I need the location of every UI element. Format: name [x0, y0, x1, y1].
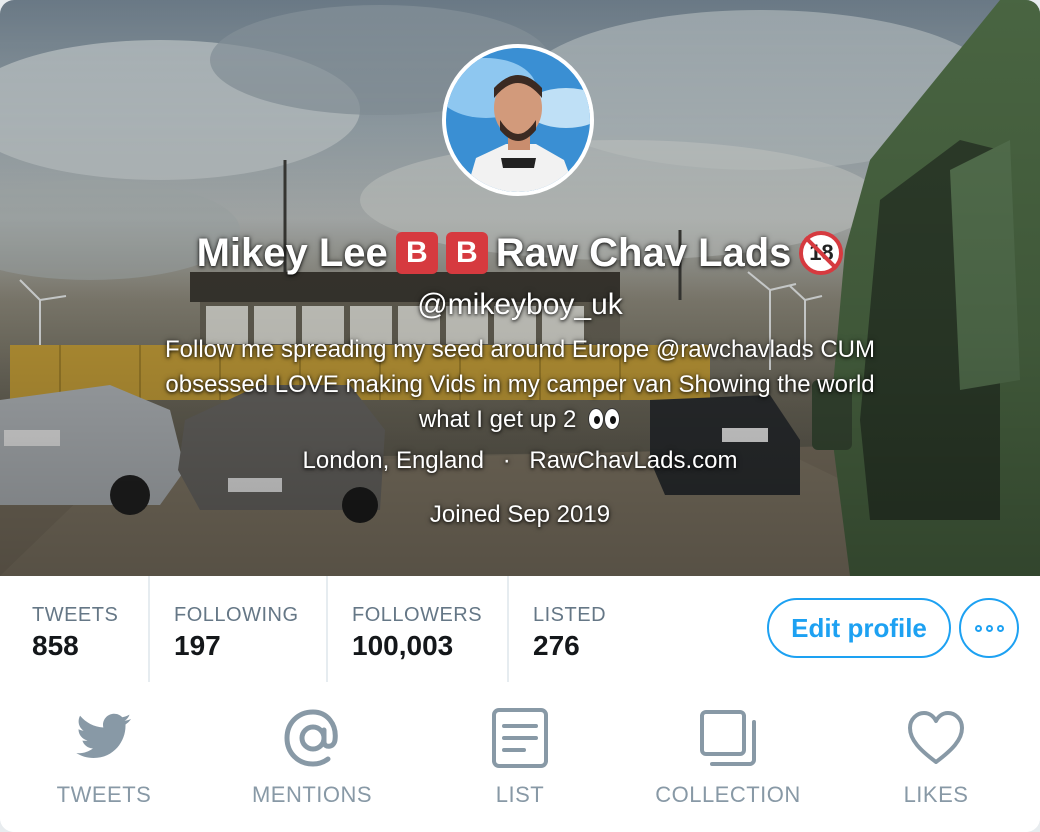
- bio: Follow me spreading my seed around Europ…: [80, 332, 960, 437]
- b-badge-icon: B: [395, 232, 438, 274]
- list-icon: [492, 708, 548, 768]
- display-name: Mikey Lee B B Raw Chav Lads 18: [0, 222, 1040, 284]
- stat-tweets[interactable]: TWEETS 858: [0, 576, 150, 682]
- stat-followers[interactable]: FOLLOWERS 100,003: [328, 576, 509, 682]
- more-dots-icon: [985, 624, 993, 632]
- stat-value: 100,003: [352, 630, 454, 661]
- at-icon: [284, 709, 338, 767]
- bio-line: what I get up 2: [80, 402, 960, 437]
- stat-label: LISTED: [533, 604, 607, 626]
- collection-icon: [700, 710, 756, 766]
- tab-label: TWEETS: [56, 782, 152, 807]
- user-handle: @mikeyboy_uk: [417, 288, 623, 321]
- stat-listed[interactable]: LISTED 276: [509, 576, 659, 682]
- location: London, England: [302, 447, 485, 474]
- tab-likes[interactable]: LIKES: [832, 682, 1040, 832]
- profile-card: Mikey Lee B B Raw Chav Lads 18 @mikeyboy…: [0, 0, 1040, 832]
- bio-line: obsessed LOVE making Vids in my camper v…: [165, 371, 875, 398]
- display-name-text: Raw Chav Lads: [495, 230, 792, 275]
- tab-list[interactable]: LIST: [416, 682, 624, 832]
- tab-label: COLLECTION: [655, 782, 801, 807]
- tab-collection[interactable]: COLLECTION: [624, 682, 832, 832]
- profile-meta: London, England · RawChavLads.com: [0, 447, 1040, 481]
- stat-value: 276: [533, 630, 580, 661]
- avatar-photo: [446, 48, 590, 192]
- more-dots-icon: [996, 624, 1004, 632]
- stat-value: 858: [32, 630, 79, 661]
- heart-icon: [908, 711, 964, 764]
- display-name-text: Mikey Lee: [196, 230, 388, 275]
- profile-info: Mikey Lee B B Raw Chav Lads 18 @mikeyboy…: [0, 222, 1040, 529]
- edit-profile-button[interactable]: Edit profile: [767, 598, 951, 658]
- bio-line: Follow me spreading my seed around Europ…: [164, 336, 875, 363]
- avatar[interactable]: [442, 44, 594, 196]
- meta-separator: ·: [502, 447, 511, 474]
- more-options-button[interactable]: [959, 598, 1019, 658]
- tab-label: LIST: [495, 782, 545, 807]
- bio-text: what I get up 2: [418, 406, 577, 433]
- joined-date: Joined Sep 2019: [429, 501, 611, 528]
- profile-banner[interactable]: Mikey Lee B B Raw Chav Lads 18 @mikeyboy…: [0, 0, 1040, 576]
- stat-label: TWEETS: [32, 604, 119, 626]
- tab-tweets[interactable]: TWEETS: [0, 682, 208, 832]
- tab-mentions[interactable]: MENTIONS: [208, 682, 416, 832]
- tab-label: LIKES: [903, 782, 969, 807]
- stat-label: FOLLOWING: [174, 604, 299, 626]
- bird-icon: [76, 713, 131, 758]
- stat-following[interactable]: FOLLOWING 197: [150, 576, 328, 682]
- tab-label: MENTIONS: [251, 782, 373, 807]
- b-badge-icon: B: [445, 232, 488, 274]
- website-link[interactable]: RawChavLads.com: [529, 447, 737, 474]
- tab-bar: TWEETS MENTIONS LIST COLLECTION LIKES: [0, 682, 1040, 832]
- more-dots-icon: [974, 624, 982, 632]
- stat-value: 197: [174, 630, 221, 661]
- stat-label: FOLLOWERS: [352, 604, 483, 626]
- no-under-18-icon: 18: [799, 231, 844, 275]
- eyes-emoji-icon: [589, 402, 621, 437]
